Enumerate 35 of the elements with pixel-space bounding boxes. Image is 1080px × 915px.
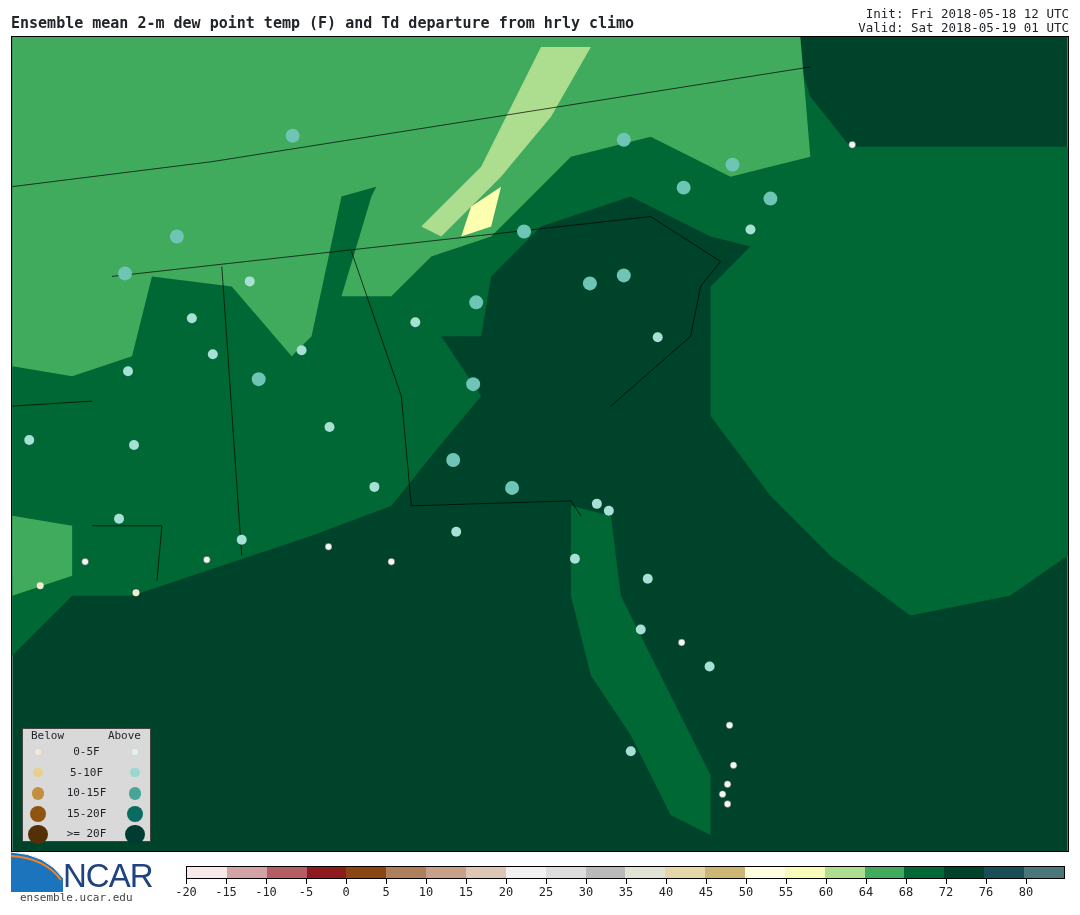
tick-label: 50 — [726, 879, 766, 899]
site-url: ensemble.ucar.edu — [20, 892, 134, 904]
tick-label: -10 — [246, 879, 286, 899]
tick-label: 0 — [326, 879, 366, 899]
tick-label: 35 — [606, 879, 646, 899]
legend-label: 10-15F — [65, 785, 108, 801]
tick-label: 30 — [566, 879, 606, 899]
tick-label: -20 — [166, 879, 206, 899]
tick-label: 20 — [486, 879, 526, 899]
tick-label: 72 — [926, 879, 966, 899]
tick-label: -5 — [286, 879, 326, 899]
legend-label: 0-5F — [72, 744, 101, 760]
tick-label: -15 — [206, 879, 246, 899]
tick-label: 15 — [446, 879, 486, 899]
tick-label: 10 — [406, 879, 446, 899]
tick-label: 45 — [686, 879, 726, 899]
tick-label: 68 — [886, 879, 926, 899]
tick-label: 40 — [646, 879, 686, 899]
tick-label: 25 — [526, 879, 566, 899]
tick-label: 60 — [806, 879, 846, 899]
legend-heading: Below — [31, 730, 65, 742]
tick-label: 80 — [1006, 879, 1046, 899]
tick-label: 76 — [966, 879, 1006, 899]
logo-text: NCAR — [63, 859, 153, 892]
init-time: Init: Fri 2018-05-18 12 UTC — [864, 7, 1069, 21]
chart-title: Ensemble mean 2-m dew point temp (F) and Td departure from hrly climo — [11, 16, 635, 34]
legend-label: 15-20F — [65, 805, 108, 822]
legend-label: >= 20F — [65, 826, 108, 842]
tick-label: 5 — [366, 879, 406, 899]
tick-label: 55 — [766, 879, 806, 899]
swoosh-logo-icon — [11, 852, 63, 892]
tick-label: 64 — [846, 879, 886, 899]
valid-time: Valid: Sat 2018-05-19 01 UTC — [858, 21, 1069, 35]
legend-heading: Above — [107, 730, 141, 742]
legend-label: 5-10F — [68, 764, 105, 781]
